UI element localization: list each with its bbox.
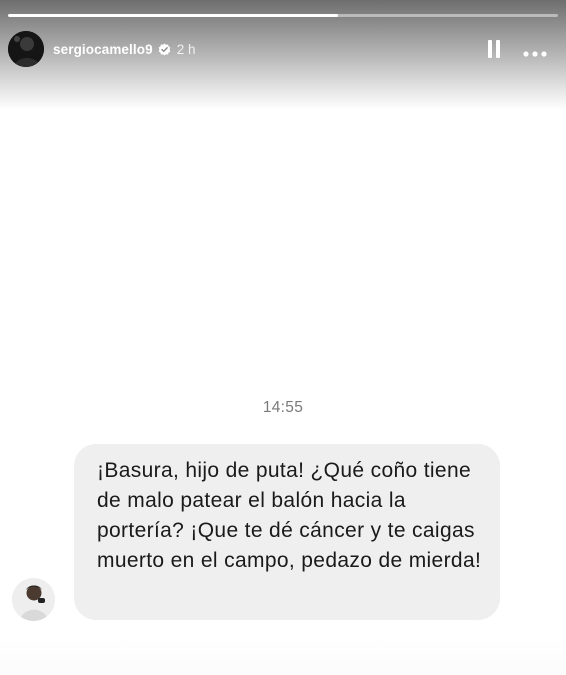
message-text: ¡Basura, hijo de puta! ¿Qué coño tiene d… (97, 459, 482, 572)
message-bubble[interactable]: ¡Basura, hijo de puta! ¿Qué coño tiene d… (74, 444, 500, 620)
story-user-row[interactable]: sergiocamello9 2 h (8, 31, 195, 67)
story-progress-fill (8, 14, 338, 17)
bottom-fade (0, 639, 566, 675)
message-timestamp: 14:55 (262, 399, 304, 416)
more-options-icon[interactable] (523, 45, 547, 57)
story-header: sergiocamello9 2 h (0, 0, 566, 110)
pause-icon[interactable] (487, 39, 501, 59)
story-username[interactable]: sergiocamello9 (53, 42, 153, 57)
profile-avatar[interactable] (8, 31, 44, 67)
story-time-ago: 2 h (176, 41, 196, 57)
sender-avatar[interactable] (12, 578, 55, 621)
story-progress-bar (8, 14, 558, 17)
verified-badge-icon (158, 43, 171, 56)
